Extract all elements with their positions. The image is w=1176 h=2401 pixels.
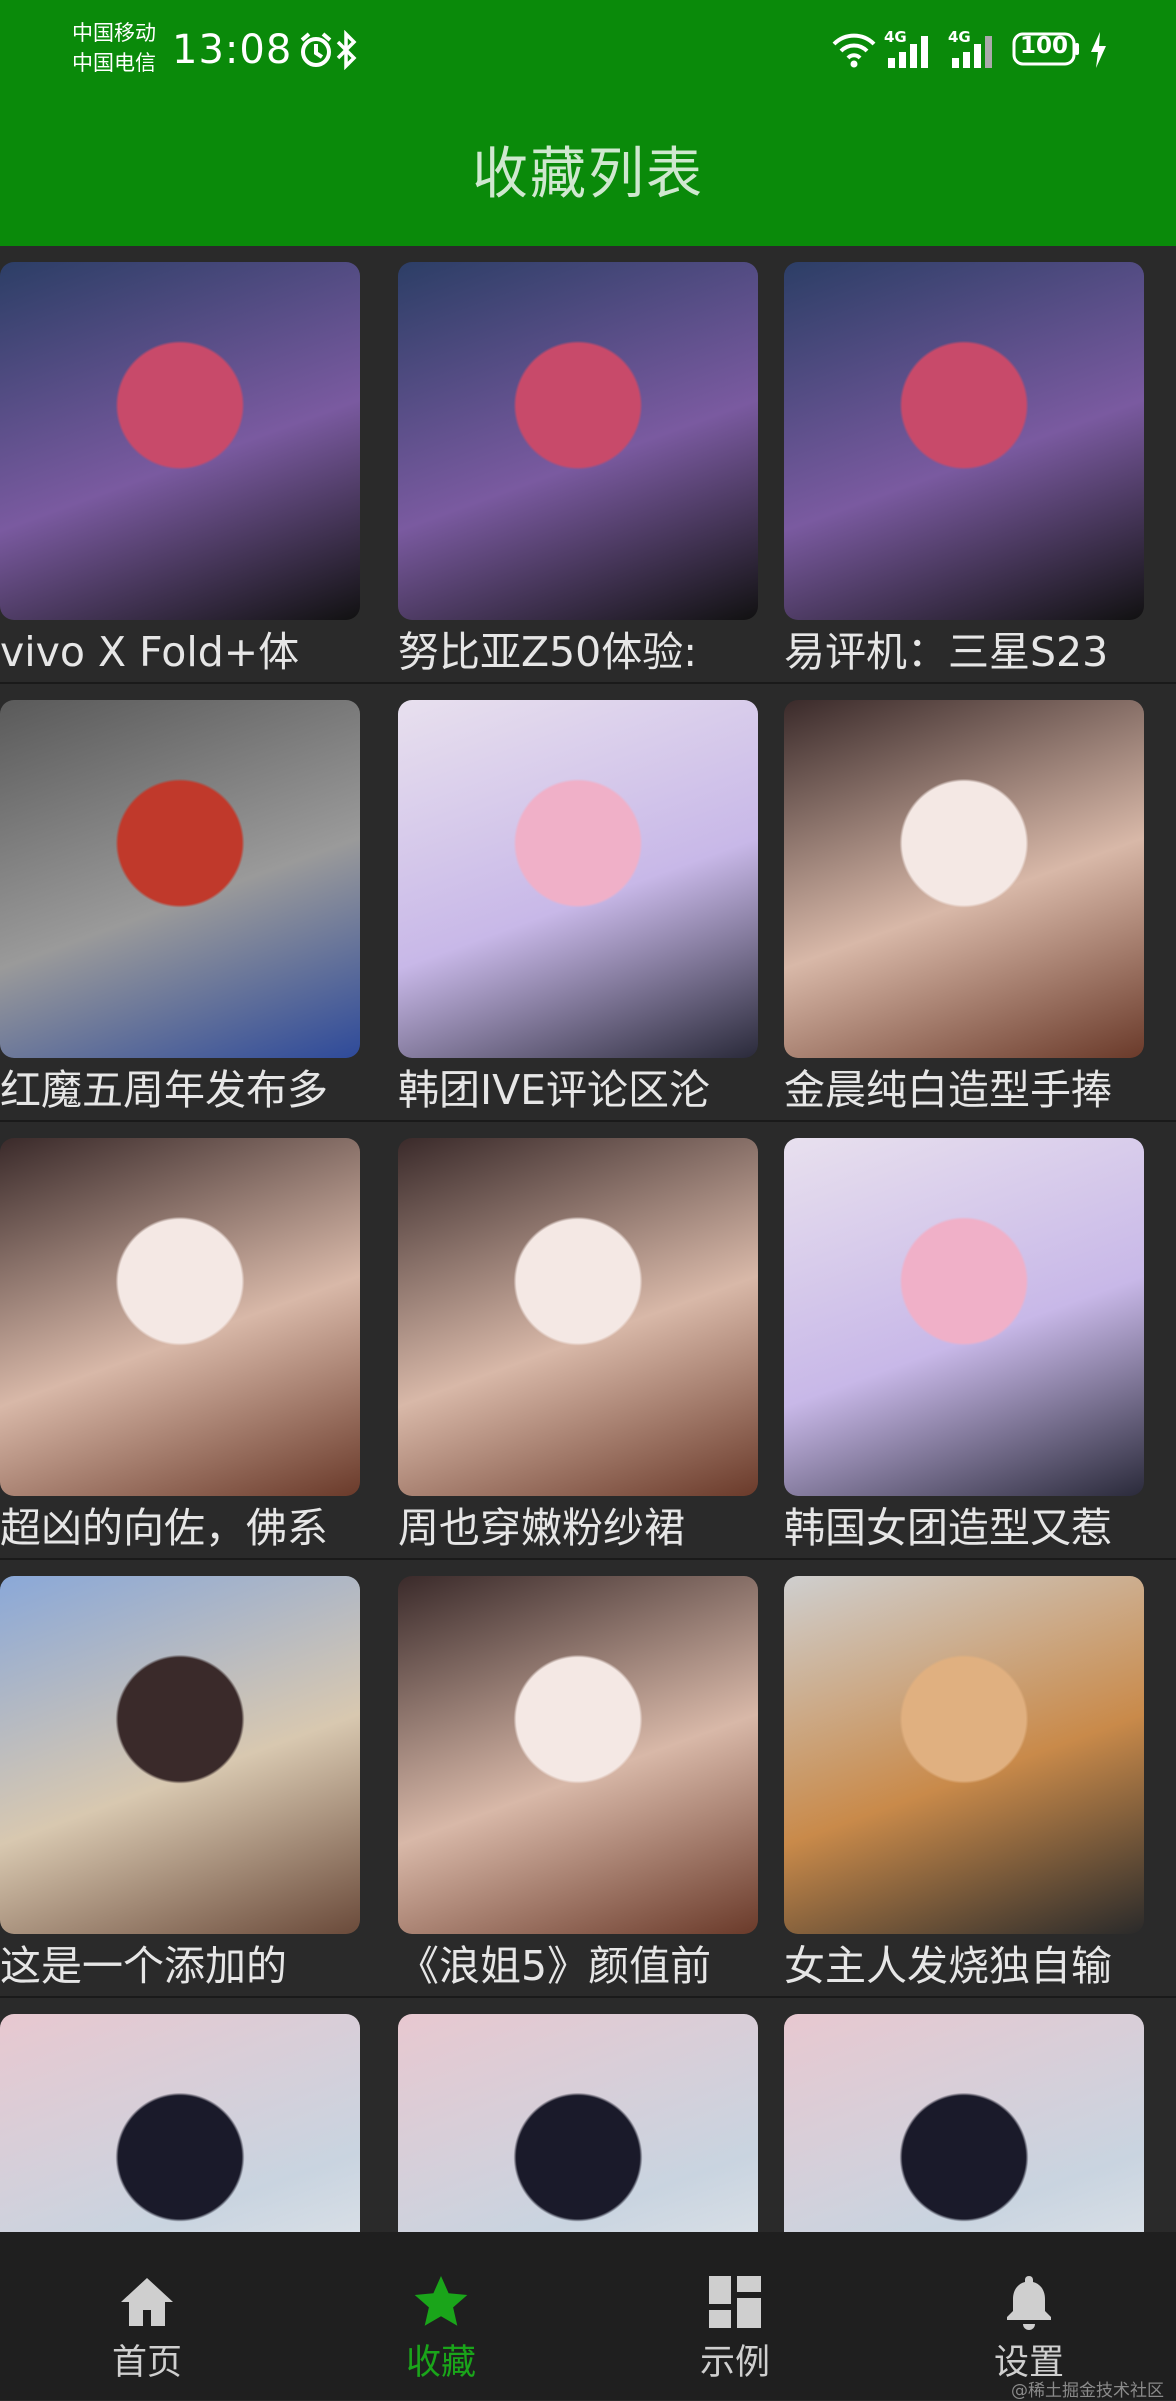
- favorite-card[interactable]: 《浪姐5》颜值前: [392, 1560, 784, 1998]
- status-bar: 中国移动 中国电信 13:08 4G 4G 100: [0, 0, 1176, 100]
- network-label-2: 4G: [948, 28, 971, 46]
- favorite-title: 红魔五周年发布多: [0, 1066, 328, 1114]
- favorite-thumbnail: [784, 1576, 1144, 1934]
- favorite-card[interactable]: 努比亚Z50体验:: [392, 246, 784, 684]
- favorite-thumbnail: [0, 262, 360, 620]
- favorite-thumbnail: [398, 1576, 758, 1934]
- battery-icon: 100: [1012, 30, 1084, 72]
- favorite-thumbnail: [398, 2014, 758, 2232]
- bell-icon: [999, 2272, 1059, 2332]
- nav-tab-favorites[interactable]: 收藏: [294, 2232, 588, 2400]
- nav-label-favorites: 收藏: [405, 2343, 476, 2383]
- nav-label-examples: 示例: [699, 2343, 770, 2383]
- favorite-thumbnail: [784, 1138, 1144, 1496]
- favorite-title: 《浪姐5》颜值前: [398, 1942, 712, 1990]
- favorite-card[interactable]: 易评机：三星S23: [784, 246, 1176, 684]
- signal-2: 4G: [948, 28, 1004, 74]
- watermark: @稀土掘金技术社区: [1011, 2381, 1164, 2401]
- star-icon: [411, 2272, 471, 2332]
- nav-tab-home[interactable]: 首页: [0, 2232, 294, 2400]
- carrier-info: 中国移动 中国电信: [72, 18, 156, 78]
- page-title: 收藏列表: [472, 142, 704, 207]
- favorite-card[interactable]: 红魔五周年发布多: [0, 684, 392, 1122]
- carrier-1: 中国移动: [72, 21, 156, 45]
- favorite-title: 韩国女团造型又惹: [784, 1504, 1112, 1552]
- favorite-title: 金晨纯白造型手捧: [784, 1066, 1112, 1114]
- favorite-thumbnail: [398, 700, 758, 1058]
- favorite-card[interactable]: [0, 1998, 392, 2232]
- favorite-title: 超凶的向佐，佛系: [0, 1504, 328, 1552]
- favorite-card[interactable]: 这是一个添加的: [0, 1560, 392, 1998]
- favorite-title: 女主人发烧独自输: [784, 1942, 1112, 1990]
- favorite-card[interactable]: vivo X Fold+体: [0, 246, 392, 684]
- nav-tab-settings[interactable]: 设置: [882, 2232, 1176, 2400]
- favorite-thumbnail: [784, 262, 1144, 620]
- favorite-card[interactable]: [392, 1998, 784, 2232]
- battery-level: 100: [1019, 33, 1068, 59]
- nav-tab-examples[interactable]: 示例: [588, 2232, 882, 2400]
- favorite-thumbnail: [784, 700, 1144, 1058]
- wifi-icon: [830, 30, 878, 74]
- favorite-title: 努比亚Z50体验:: [398, 628, 698, 676]
- favorite-card[interactable]: 韩国女团造型又惹: [784, 1122, 1176, 1560]
- app-bar: 中国移动 中国电信 13:08 4G 4G 100 收藏列表: [0, 0, 1176, 246]
- favorite-card[interactable]: 超凶的向佐，佛系: [0, 1122, 392, 1560]
- favorite-thumbnail: [0, 700, 360, 1058]
- favorite-title: 韩团IVE评论区沦: [398, 1066, 711, 1114]
- status-time: 13:08: [172, 27, 293, 73]
- network-label-1: 4G: [884, 28, 907, 46]
- dashboard-icon: [705, 2272, 765, 2332]
- favorite-card[interactable]: 韩团IVE评论区沦: [392, 684, 784, 1122]
- favorite-thumbnail: [0, 1576, 360, 1934]
- favorite-thumbnail: [0, 2014, 360, 2232]
- favorites-list[interactable]: vivo X Fold+体 努比亚Z50体验: 易评机：三星S23 红魔五周年发布多韩…: [0, 246, 1176, 2232]
- favorite-card[interactable]: 金晨纯白造型手捧: [784, 684, 1176, 1122]
- charging-icon: [1088, 30, 1108, 74]
- bottom-navigation: 首页 收藏 示例 设置: [0, 2232, 1176, 2400]
- favorite-card[interactable]: 女主人发烧独自输: [784, 1560, 1176, 1998]
- home-icon: [117, 2272, 177, 2332]
- favorites-grid: vivo X Fold+体 努比亚Z50体验: 易评机：三星S23 红魔五周年发布多韩…: [0, 246, 1176, 2232]
- favorite-title: 易评机：三星S23: [784, 628, 1109, 676]
- alarm-icon: [296, 30, 336, 74]
- favorite-card[interactable]: 周也穿嫩粉纱裙: [392, 1122, 784, 1560]
- favorite-title: 周也穿嫩粉纱裙: [398, 1504, 685, 1552]
- bluetooth-icon: [334, 29, 360, 74]
- signal-1: 4G: [884, 28, 940, 74]
- favorite-thumbnail: [398, 262, 758, 620]
- favorite-title: 这是一个添加的: [0, 1942, 287, 1990]
- favorite-title: vivo X Fold+体: [0, 628, 300, 676]
- carrier-2: 中国电信: [72, 51, 156, 75]
- favorite-thumbnail: [0, 1138, 360, 1496]
- favorite-card[interactable]: [784, 1998, 1176, 2232]
- nav-label-home: 首页: [111, 2343, 182, 2383]
- favorite-thumbnail: [784, 2014, 1144, 2232]
- favorite-thumbnail: [398, 1138, 758, 1496]
